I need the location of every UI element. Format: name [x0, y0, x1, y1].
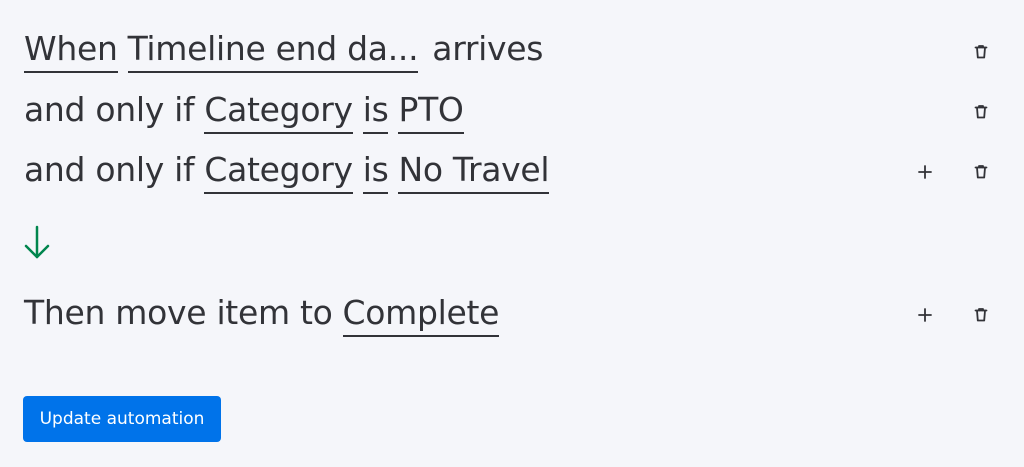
- update-automation-button[interactable]: Update automation: [23, 396, 221, 442]
- status-value-token[interactable]: Complete: [342, 292, 499, 337]
- condition-row-1: and only if Category is PTO: [24, 89, 1024, 145]
- category-token[interactable]: Category: [204, 89, 353, 134]
- trash-icon[interactable]: [969, 40, 993, 64]
- then-move-item-to-label: Then move item to: [24, 293, 333, 332]
- condition-value-token[interactable]: PTO: [398, 89, 464, 134]
- and-only-if-label: and only if: [24, 90, 195, 129]
- when-token[interactable]: When: [24, 28, 118, 73]
- category-token[interactable]: Category: [204, 149, 353, 194]
- timeline-end-date-token[interactable]: Timeline end da...: [127, 28, 419, 73]
- trash-icon[interactable]: [969, 160, 993, 184]
- arrow-down-icon: [22, 224, 52, 264]
- and-only-if-label: and only if: [24, 150, 195, 189]
- plus-icon[interactable]: [913, 160, 937, 184]
- action-row: Then move item to Complete: [24, 292, 1024, 348]
- operator-token[interactable]: is: [362, 89, 389, 134]
- plus-icon[interactable]: [913, 303, 937, 327]
- condition-row-2: and only if Category is No Travel: [24, 149, 1024, 205]
- operator-token[interactable]: is: [362, 149, 389, 194]
- trash-icon[interactable]: [969, 303, 993, 327]
- condition-value-token[interactable]: No Travel: [398, 149, 550, 194]
- trash-icon[interactable]: [969, 100, 993, 124]
- trigger-row: When Timeline end da... arrives: [24, 28, 1024, 84]
- arrives-label: arrives: [432, 29, 544, 68]
